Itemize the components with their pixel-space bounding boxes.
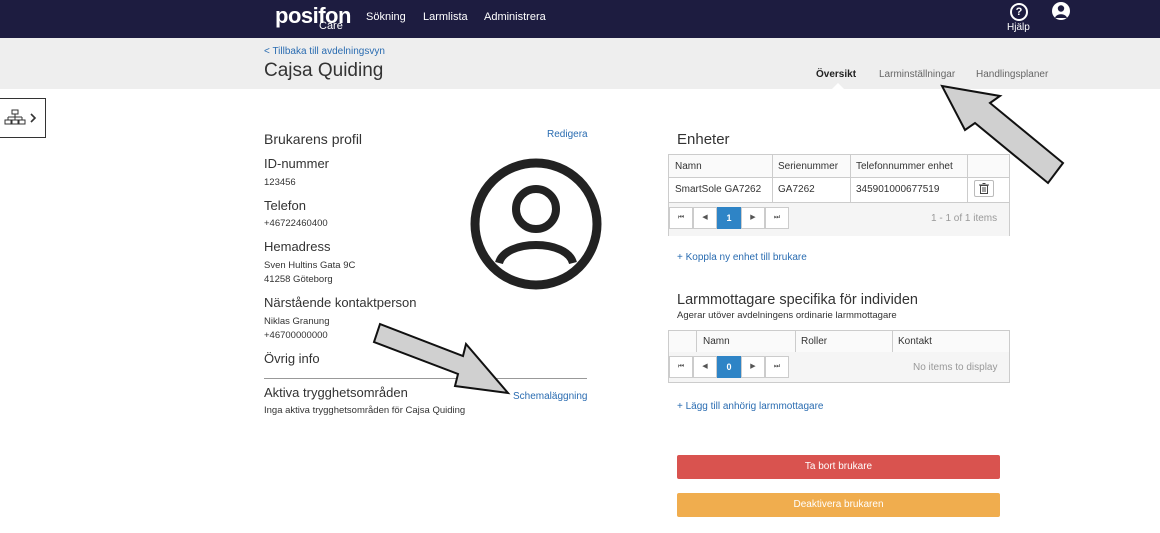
annotation-arrow-icon <box>940 84 1065 185</box>
annotation-arrow-icon <box>372 322 511 395</box>
annotation-overlay <box>372 84 1065 395</box>
